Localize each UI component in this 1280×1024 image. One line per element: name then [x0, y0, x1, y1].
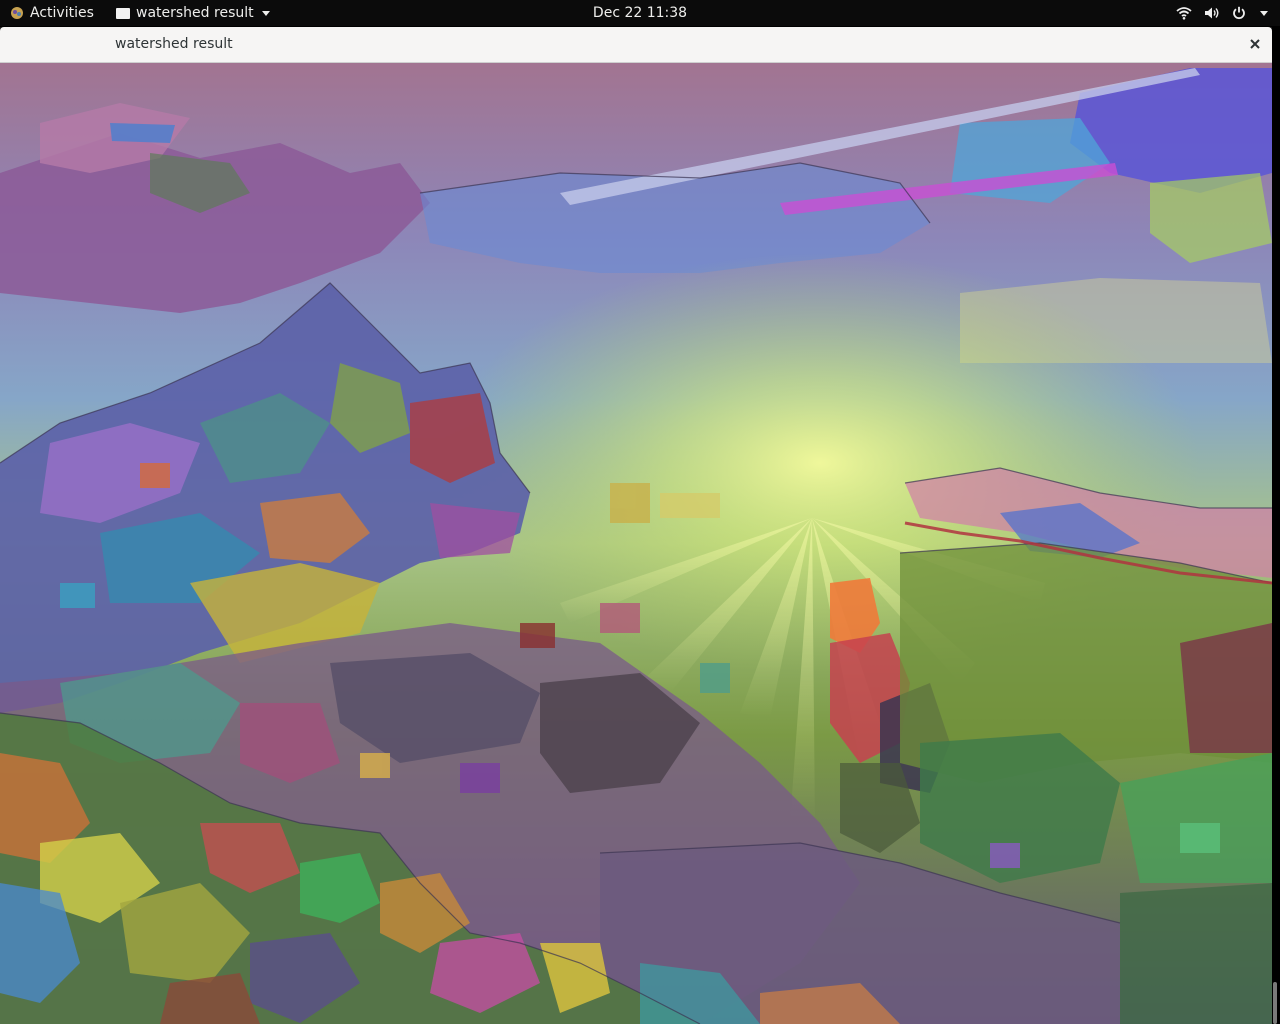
image-viewer-window: watershed result	[0, 27, 1272, 1024]
watershed-image[interactable]	[0, 63, 1272, 1024]
scrollbar[interactable]	[1273, 982, 1277, 1024]
system-status-menu[interactable]	[1176, 0, 1268, 26]
clock[interactable]: Dec 22 11:38	[593, 5, 687, 21]
chevron-down-icon	[1260, 10, 1268, 16]
power-icon	[1233, 6, 1245, 20]
activities-label: Activities	[30, 5, 94, 21]
wifi-icon	[1176, 7, 1192, 20]
chevron-down-icon	[261, 10, 270, 16]
window-title: watershed result	[115, 36, 233, 52]
close-button[interactable]	[1246, 35, 1264, 53]
top-bar: Activities watershed result Dec 22 11:38	[0, 0, 1280, 26]
window-app-icon	[116, 7, 130, 19]
app-menu-label: watershed result	[136, 5, 254, 21]
activities-button[interactable]: Activities	[10, 0, 94, 26]
segmented-landscape-image	[0, 63, 1272, 1024]
app-menu[interactable]: watershed result	[116, 0, 270, 26]
activities-icon	[11, 7, 23, 19]
window-titlebar[interactable]: watershed result	[0, 27, 1272, 63]
close-icon	[1250, 39, 1260, 49]
volume-icon	[1205, 7, 1219, 19]
